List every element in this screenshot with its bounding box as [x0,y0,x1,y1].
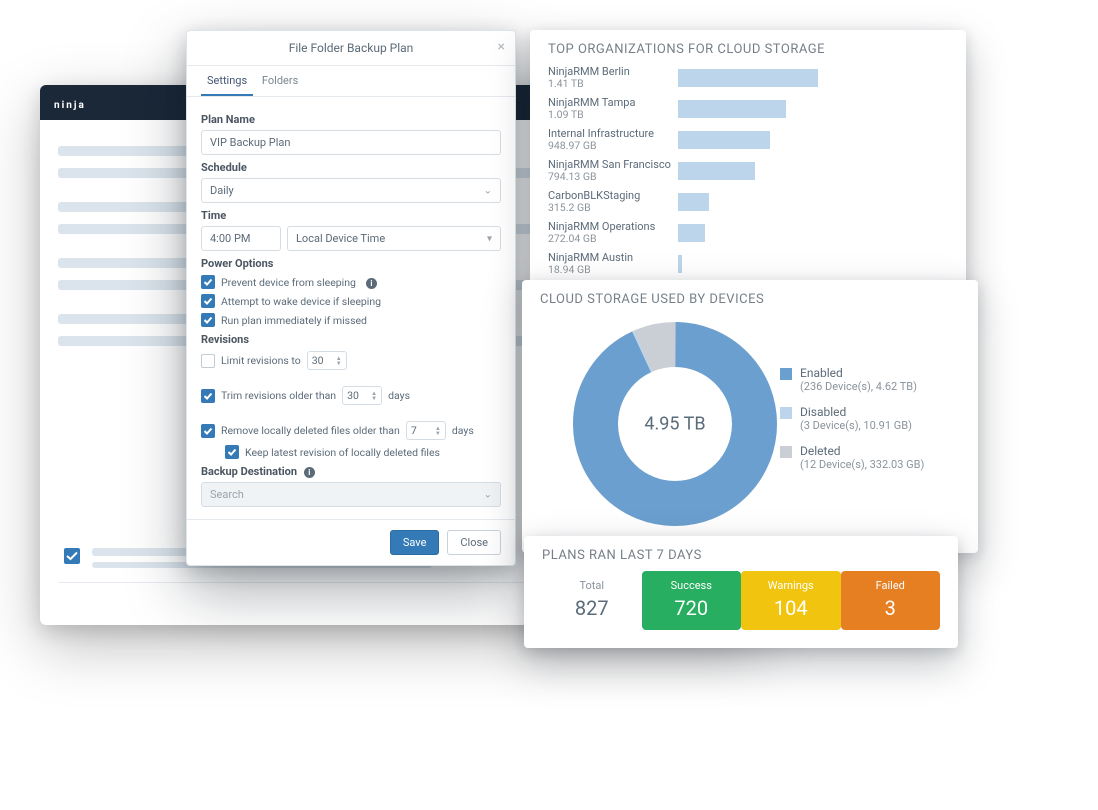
org-row: Internal Infrastructure948.97 GB [548,125,948,156]
legend-item: Enabled(236 Device(s), 4.62 TB) [780,366,960,393]
cloud-storage-panel: CLOUD STORAGE USED BY DEVICES 4.95 TB En… [522,280,978,553]
days-label: days [388,389,410,402]
time-input[interactable]: 4:00 PM [201,226,281,251]
prevent-sleep-label: Prevent device from sleeping [221,276,356,289]
remove-deleted-checkbox[interactable] [201,424,215,438]
schedule-select[interactable]: Daily⌄ [201,178,501,203]
org-row: NinjaRMM Tampa1.09 TB [548,94,948,125]
org-value: 18.94 GB [548,264,678,276]
trim-older-stepper[interactable]: 30▲▼ [342,386,382,405]
org-row: NinjaRMM Berlin1.41 TB [548,63,948,94]
run-missed-label: Run plan immediately if missed [221,314,367,327]
close-icon[interactable]: × [498,39,505,55]
donut-center-value: 4.95 TB [644,414,705,435]
time-label: Time [201,209,501,222]
brand-logo-text: ninja [54,100,86,111]
plans-ran-panel: PLANS RAN LAST 7 DAYS Total827 Success72… [524,536,958,648]
plan-name-input[interactable]: VIP Backup Plan [201,130,501,155]
save-button[interactable]: Save [390,530,440,555]
stat-total: Total827 [542,571,642,630]
trim-older-label: Trim revisions older than [221,389,336,402]
days-label: days [452,424,474,437]
keep-latest-label: Keep latest revision of locally deleted … [245,446,440,459]
top-organizations-title: TOP ORGANIZATIONS FOR CLOUD STORAGE [530,30,966,61]
org-row: NinjaRMM Austin18.94 GB [548,249,948,280]
org-value: 1.09 TB [548,109,678,121]
legend-swatch [780,446,792,458]
power-options-label: Power Options [201,257,501,270]
org-value: 948.97 GB [548,140,678,152]
org-bar [678,162,755,180]
legend-swatch [780,407,792,419]
org-row: NinjaRMM Operations272.04 GB [548,218,948,249]
limit-revisions-label: Limit revisions to [221,354,301,367]
stat-success: Success720 [642,571,742,630]
modal-tabs: Settings Folders [187,66,515,97]
legend-label: Deleted [800,444,924,458]
backup-plan-modal: File Folder Backup Plan × Settings Folde… [186,30,516,566]
org-row: NinjaRMM San Francisco794.13 GB [548,156,948,187]
wake-device-checkbox[interactable] [201,294,215,308]
chevron-down-icon: ⌄ [484,489,492,500]
org-value: 1.41 TB [548,78,678,90]
legend-sub: (3 Device(s), 10.91 GB) [800,419,912,432]
trim-older-checkbox[interactable] [201,389,215,403]
plan-name-label: Plan Name [201,113,501,126]
limit-revisions-checkbox[interactable] [201,354,215,368]
org-value: 272.04 GB [548,233,678,245]
donut-chart: 4.95 TB [570,319,780,529]
legend-sub: (236 Device(s), 4.62 TB) [800,380,917,393]
run-missed-checkbox[interactable] [201,313,215,327]
chevron-down-icon: ▾ [487,233,492,244]
org-bar [678,193,709,211]
org-bar [678,224,705,242]
modal-header: File Folder Backup Plan × [187,31,515,66]
info-icon[interactable]: i [304,467,315,478]
legend-label: Enabled [800,366,917,380]
org-value: 794.13 GB [548,171,678,183]
info-icon[interactable]: i [366,278,377,289]
close-button[interactable]: Close [447,530,501,555]
remove-deleted-stepper[interactable]: 7▲▼ [406,421,446,440]
cloud-storage-title: CLOUD STORAGE USED BY DEVICES [522,280,978,311]
timezone-select[interactable]: Local Device Time▾ [287,226,501,251]
org-bar [678,255,682,273]
schedule-label: Schedule [201,161,501,174]
modal-title: File Folder Backup Plan [289,41,414,55]
org-bar [678,100,786,118]
destination-select[interactable]: Search⌄ [201,482,501,507]
legend-item: Deleted(12 Device(s), 332.03 GB) [780,444,960,471]
plans-ran-title: PLANS RAN LAST 7 DAYS [524,536,958,567]
top-organizations-panel: TOP ORGANIZATIONS FOR CLOUD STORAGE Ninj… [530,30,966,294]
revisions-label: Revisions [201,333,501,346]
remove-deleted-label: Remove locally deleted files older than [221,424,400,437]
org-value: 315.2 GB [548,202,678,214]
org-bar [678,131,770,149]
legend-swatch [780,368,792,380]
keep-latest-checkbox[interactable] [225,445,239,459]
wake-device-label: Attempt to wake device if sleeping [221,295,381,308]
destination-label: Backup Destination i [201,465,501,478]
stat-failed: Failed3 [841,571,941,630]
stat-warnings: Warnings104 [741,571,841,630]
legend-sub: (12 Device(s), 332.03 GB) [800,458,924,471]
tab-settings[interactable]: Settings [201,66,253,96]
limit-revisions-stepper[interactable]: 30▲▼ [307,351,347,370]
org-bar [678,69,818,87]
prevent-sleep-checkbox[interactable] [201,275,215,289]
checkbox-icon[interactable] [64,548,80,564]
legend-label: Disabled [800,405,912,419]
org-row: CarbonBLKStaging315.2 GB [548,187,948,218]
chevron-down-icon: ⌄ [484,185,492,196]
tab-folders[interactable]: Folders [256,66,304,94]
legend-item: Disabled(3 Device(s), 10.91 GB) [780,405,960,432]
